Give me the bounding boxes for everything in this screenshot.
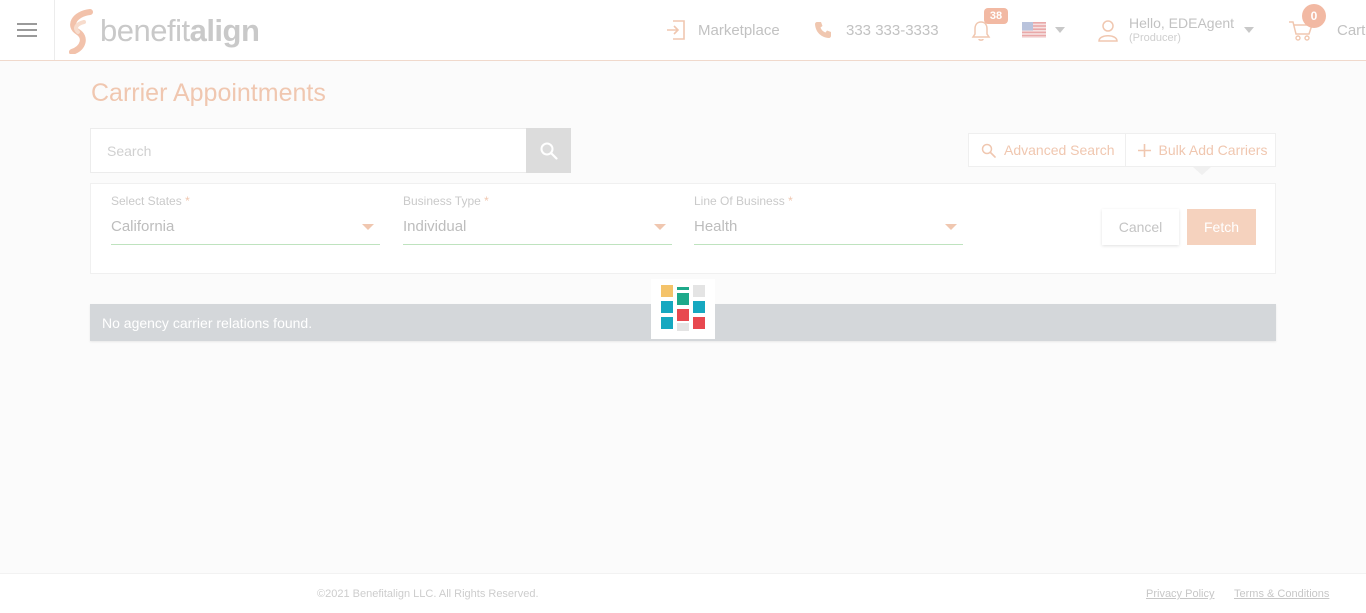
search-input[interactable] [91,129,526,172]
loader-square [661,285,673,297]
fetch-button[interactable]: Fetch [1187,209,1256,245]
hamburger-icon [17,23,37,37]
business-type-value: Individual [403,218,467,235]
magnifier-icon [981,143,996,158]
phone-icon [815,22,831,38]
user-menu-caret-icon [1244,27,1255,33]
line-of-business-value: Health [694,218,738,235]
panel-pointer-arrow [1193,167,1211,175]
loader-square [693,301,705,313]
filter-panel: Select States * California Business Type… [90,183,1276,274]
hamburger-menu-button[interactable] [0,0,55,60]
cart-label: Cart [1337,21,1366,39]
phone-number: 333 333-3333 [846,21,939,39]
language-selector[interactable] [1022,0,1065,60]
states-label: Select States * [111,194,190,208]
dropdown-caret-icon[interactable] [945,224,957,230]
business-type-label: Business Type * [403,194,489,208]
terms-conditions-link[interactable]: Terms & Conditions [1234,588,1329,600]
advanced-search-button[interactable]: Advanced Search [969,134,1125,166]
states-select[interactable]: Select States * California [111,194,380,245]
dropdown-caret-icon[interactable] [362,224,374,230]
marketplace-link[interactable]: Marketplace [664,0,780,60]
notifications-button[interactable]: 38 [968,0,1012,60]
loader-square [677,287,689,290]
search-button[interactable] [526,128,571,173]
user-avatar-icon [1098,20,1118,42]
search-icon [540,142,558,160]
page-footer: ©2021 Benefitalign LLC. All Rights Reser… [0,573,1366,613]
notification-count-badge: 38 [984,8,1008,24]
search-actions-group: Advanced Search Bulk Add Carriers [968,133,1276,167]
logo-mark-icon [69,9,93,54]
states-value: California [111,218,175,235]
cart-button[interactable]: 0 Cart [1288,0,1365,60]
loader-square [661,301,673,313]
cancel-button[interactable]: Cancel [1102,209,1179,245]
marketplace-enter-icon [667,20,685,40]
loader-square [677,309,689,321]
copyright-text: ©2021 Benefitalign LLC. All Rights Reser… [317,588,539,600]
loader-square [677,323,689,331]
marketplace-label: Marketplace [698,21,780,39]
bulk-add-carriers-button[interactable]: Bulk Add Carriers [1124,134,1278,166]
user-role: (Producer) [1129,31,1181,44]
logo-suffix: align [189,13,260,48]
loader-square [693,317,705,329]
business-type-select[interactable]: Business Type * Individual [403,194,672,245]
advanced-search-label: Advanced Search [1004,142,1115,158]
loading-spinner [651,279,715,339]
line-of-business-value-row[interactable]: Health [694,218,963,245]
top-header: benefitalign Marketplace 333 333-3333 38 [0,0,1366,61]
loader-square [677,293,689,305]
page-title: Carrier Appointments [91,79,326,107]
plus-icon [1137,143,1151,157]
logo-prefix: benefit [100,13,190,48]
states-value-row[interactable]: California [111,218,380,245]
user-menu[interactable]: Hello, EDEAgent (Producer) [1097,0,1255,60]
business-type-value-row[interactable]: Individual [403,218,672,245]
loader-square [661,317,673,329]
privacy-policy-link[interactable]: Privacy Policy [1146,588,1214,600]
loader-square [693,285,705,297]
search-field-wrapper [90,128,527,173]
logo-wordmark: benefitalign [100,13,260,49]
bulk-add-carriers-label: Bulk Add Carriers [1158,142,1268,158]
us-flag-icon [1022,22,1046,38]
language-caret-icon [1055,27,1065,33]
phone-contact[interactable]: 333 333-3333 [813,0,939,60]
user-greeting: Hello, EDEAgent [1129,15,1235,31]
dropdown-caret-icon[interactable] [654,224,666,230]
line-of-business-select[interactable]: Line Of Business * Health [694,194,963,245]
line-of-business-label: Line Of Business * [694,194,793,208]
benefitalign-logo[interactable]: benefitalign [64,8,260,54]
cart-count-badge: 0 [1302,4,1326,28]
